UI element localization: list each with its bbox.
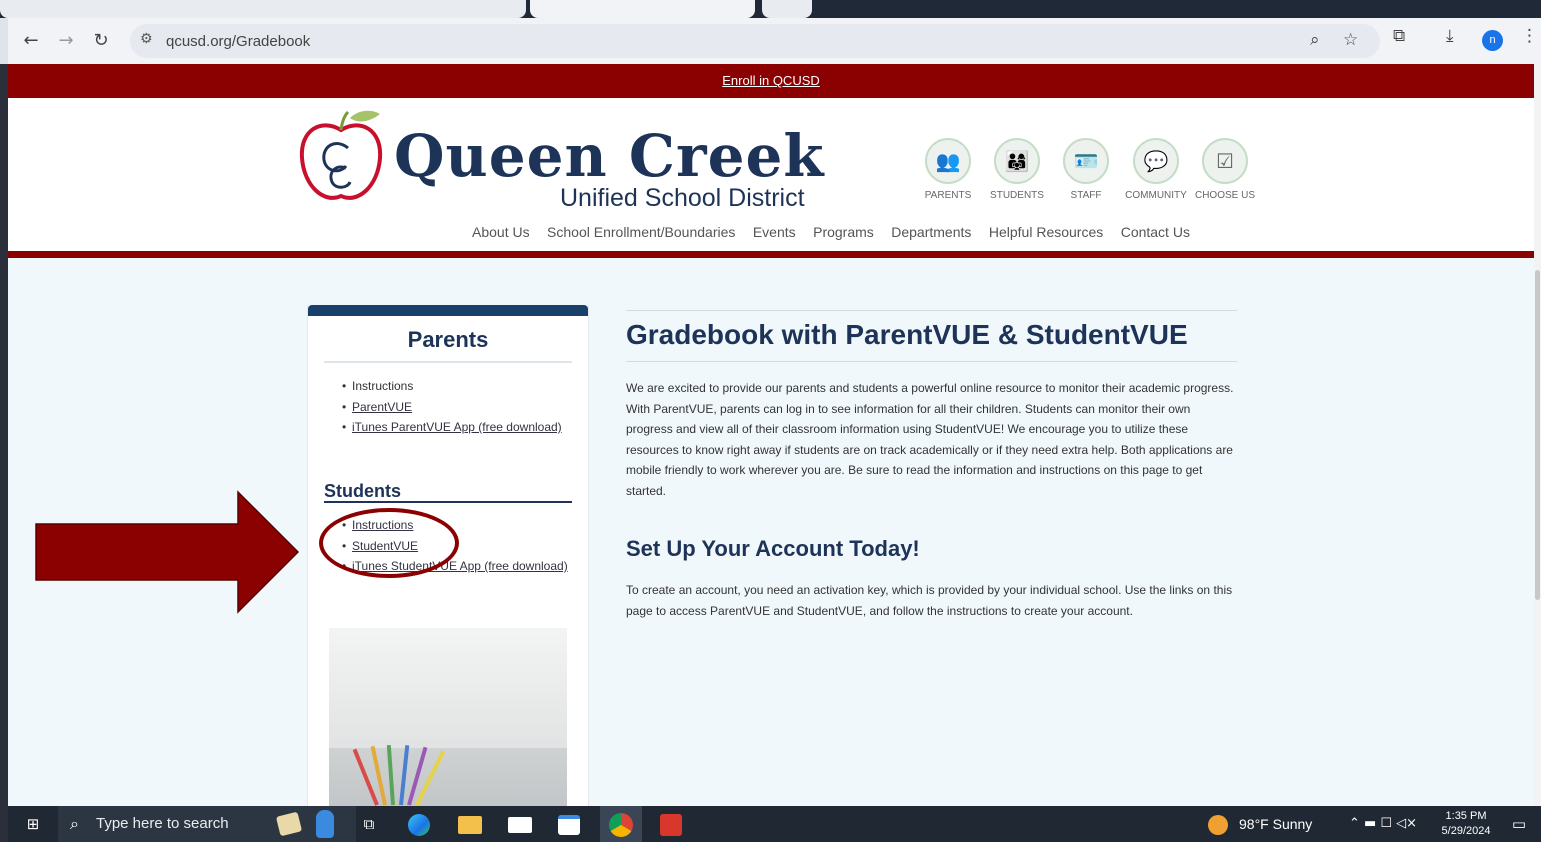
mail-icon[interactable] [508, 817, 532, 833]
enroll-banner: Enroll in QCUSD [8, 64, 1534, 98]
quick-link-label: COMMUNITY [1125, 190, 1187, 201]
search-highlight-icon [316, 810, 334, 838]
clock[interactable]: 1:35 PM 5/29/2024 [1434, 809, 1498, 839]
nav-about-us[interactable]: About Us [472, 224, 530, 240]
address-bar[interactable]: ⚙ qcusd.org/Gradebook ⌕ ☆ [130, 24, 1380, 58]
list-item: iTunes ParentVUE App (free download) [342, 417, 572, 438]
desk-photo [329, 628, 567, 806]
panel-top-bar [308, 305, 588, 316]
setup-heading: Set Up Your Account Today! [626, 536, 920, 561]
notifications-icon[interactable]: ▭ [1506, 806, 1532, 842]
itunes-parentvue-link[interactable]: iTunes ParentVUE App (free download) [352, 420, 562, 434]
browser-tab-active[interactable] [530, 0, 755, 18]
nav-enrollment-boundaries[interactable]: School Enrollment/Boundaries [547, 224, 735, 240]
page-scrollbar[interactable] [1534, 64, 1541, 806]
chrome-icon [609, 813, 633, 837]
staff-id-icon: 🪪 [1063, 138, 1109, 184]
page-title: Gradebook with ParentVUE & StudentVUE [626, 319, 1188, 350]
nav-contact-us[interactable]: Contact Us [1121, 224, 1190, 240]
clock-time: 1:35 PM [1445, 810, 1487, 822]
task-view-icon[interactable]: ⧉ [356, 806, 382, 842]
parents-icon: 👥 [925, 138, 971, 184]
reload-icon[interactable]: ↻ [88, 28, 114, 54]
quick-link-community[interactable]: 💬 COMMUNITY [1121, 138, 1191, 201]
nav-programs[interactable]: Programs [813, 224, 874, 240]
bookmark-star-icon[interactable]: ☆ [1343, 30, 1358, 50]
web-page: Enroll in QCUSD Queen Creek Unified Scho… [8, 64, 1534, 806]
parents-instructions-link[interactable]: Instructions [352, 379, 413, 393]
site-header: Queen Creek Unified School District 👥 PA… [8, 98, 1534, 251]
apple-logo-icon[interactable] [296, 108, 386, 208]
download-icon[interactable]: ⤓ [1446, 26, 1454, 46]
divider [626, 310, 1237, 311]
quick-link-choose-us[interactable]: ☑ CHOOSE US [1190, 138, 1260, 201]
tab-strip [0, 0, 1541, 18]
header-divider [8, 251, 1534, 258]
nav-events[interactable]: Events [753, 224, 796, 240]
windows-taskbar: ⊞ ⌕ Type here to search ⧉ 98°F Sunny ⌃ ▬… [8, 806, 1541, 842]
logo-subtitle: Unified School District [560, 184, 805, 212]
students-icon: 👨‍👩‍👧 [994, 138, 1040, 184]
quick-link-label: STUDENTS [990, 190, 1044, 201]
parentvue-link[interactable]: ParentVUE [352, 400, 412, 414]
parents-links: Instructions ParentVUE iTunes ParentVUE … [342, 376, 572, 438]
forward-icon[interactable]: → [53, 28, 79, 54]
browser-menu-icon[interactable]: ⋮ [1521, 26, 1538, 46]
setup-paragraph: To create an account, you need an activa… [626, 583, 1233, 618]
divider [324, 361, 572, 363]
browser-tab[interactable] [762, 0, 812, 18]
quick-link-students[interactable]: 👨‍👩‍👧 STUDENTS [982, 138, 1052, 201]
quick-link-label: CHOOSE US [1194, 190, 1255, 201]
quick-link-label: PARENTS [924, 190, 972, 201]
nav-departments[interactable]: Departments [891, 224, 971, 240]
store-icon[interactable] [558, 815, 580, 835]
edge-browser-icon[interactable] [408, 814, 430, 836]
zoom-icon[interactable]: ⌕ [1310, 30, 1320, 50]
profile-avatar[interactable]: n [1482, 30, 1503, 51]
divider [324, 501, 572, 503]
scrollbar-thumb[interactable] [1535, 270, 1540, 600]
clock-date: 5/29/2024 [1441, 825, 1491, 837]
students-heading: Students [324, 481, 402, 501]
url-text[interactable]: qcusd.org/Gradebook [166, 33, 310, 50]
annotation-circle [319, 508, 459, 578]
checkbox-icon: ☑ [1202, 138, 1248, 184]
enroll-link[interactable]: Enroll in QCUSD [8, 73, 1534, 88]
chat-bubbles-icon: 💬 [1133, 138, 1179, 184]
browser-chrome: ← → ↻ ⚙ qcusd.org/Gradebook ⌕ ☆ ⧉ ⤓ n ⋮ [0, 0, 1541, 64]
acrobat-icon[interactable] [660, 814, 682, 836]
system-tray-icons[interactable]: ⌃ ▬ ☐ ◁× [1338, 806, 1428, 842]
search-placeholder: Type here to search [96, 815, 229, 832]
quick-link-parents[interactable]: 👥 PARENTS [913, 138, 983, 201]
site-info-icon[interactable]: ⚙ [140, 31, 153, 47]
chrome-taskbar-button[interactable] [600, 806, 642, 842]
windows-start-icon[interactable]: ⊞ [20, 806, 46, 842]
browser-toolbar: ← → ↻ ⚙ qcusd.org/Gradebook ⌕ ☆ ⧉ ⤓ n ⋮ [8, 18, 1541, 64]
taskbar-search[interactable]: ⌕ Type here to search [58, 806, 356, 842]
nav-helpful-resources[interactable]: Helpful Resources [989, 224, 1103, 240]
quick-link-staff[interactable]: 🪪 STAFF [1051, 138, 1121, 201]
back-icon[interactable]: ← [18, 28, 44, 54]
search-icon: ⌕ [70, 814, 79, 833]
list-item: Instructions [342, 376, 572, 397]
divider [626, 361, 1237, 362]
intro-paragraph: We are excited to provide our parents an… [626, 381, 1234, 498]
main-nav: About Us School Enrollment/Boundaries Ev… [472, 224, 1203, 242]
logo-title[interactable]: Queen Creek [394, 122, 825, 190]
weather-sun-icon[interactable] [1208, 815, 1228, 835]
search-highlight-icon [275, 811, 303, 837]
browser-tab[interactable] [0, 0, 526, 18]
extensions-icon[interactable]: ⧉ [1393, 26, 1405, 46]
weather-text[interactable]: 98°F Sunny [1239, 806, 1312, 842]
list-item: ParentVUE [342, 397, 572, 418]
quick-link-label: STAFF [1070, 190, 1102, 201]
annotation-arrow-icon [35, 490, 300, 614]
parents-heading: Parents [407, 327, 489, 352]
file-explorer-icon[interactable] [458, 816, 482, 834]
